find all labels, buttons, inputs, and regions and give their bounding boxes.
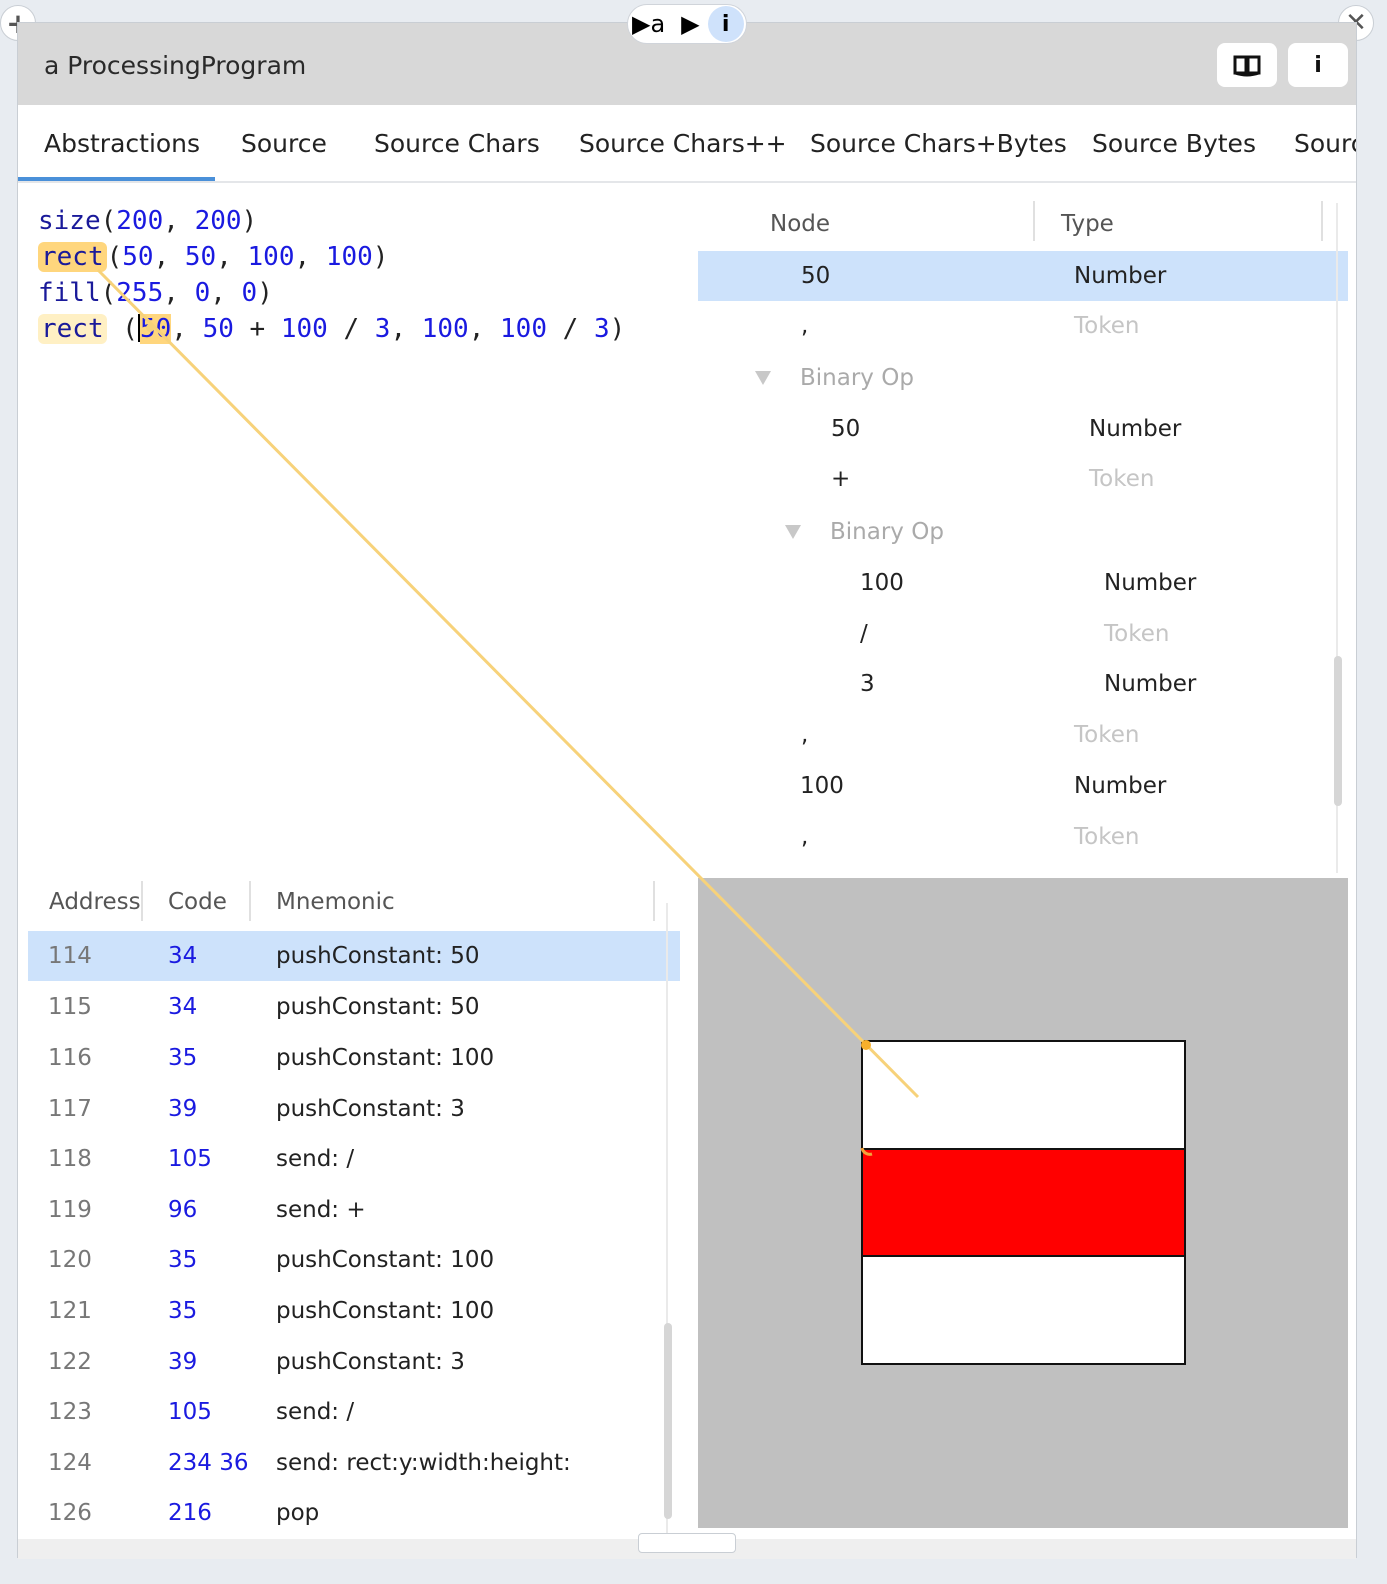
tree-row[interactable]: , Token [698,812,1348,862]
info-icon[interactable]: i [707,6,744,42]
column-separator [141,881,143,921]
column-separator [249,881,251,921]
table-row[interactable]: 115 34 pushConstant: 50 [28,982,680,1032]
tree-row[interactable]: , Token [698,710,1348,760]
tree-row[interactable]: + Token [698,454,1348,504]
column-separator [1321,201,1323,241]
table-row[interactable]: 121 35 pushConstant: 100 [28,1286,680,1336]
ast-scrollbar[interactable] [1334,656,1342,806]
column-separator [1033,201,1035,241]
resize-grip[interactable] [638,1533,736,1553]
tree-row-group[interactable]: Binary Op [698,353,1348,403]
code-line-4: rect (50, 50 + 100 / 3, 100, 100 / 3) [38,311,625,347]
book-icon [1233,55,1261,77]
window-title: a ProcessingProgram [44,51,307,80]
code-line-3: fill(255, 0, 0) [38,278,273,308]
info-icon: i [1314,52,1322,78]
tab-abstractions[interactable]: Abstractions [44,129,200,158]
ast-tree: Node Type 50 Number , Token Binary Op 50… [698,201,1348,873]
table-row[interactable]: 117 39 pushConstant: 3 [28,1084,680,1134]
tree-row[interactable]: , Token [698,301,1348,351]
tab-source[interactable]: Source [241,129,327,158]
table-row[interactable]: 114 34 pushConstant: 50 [28,931,680,981]
inspector-window: a ProcessingProgram i Abstractions Sourc… [17,22,1357,1559]
active-tab-indicator [18,177,215,181]
action-pill: ▶a ▶ i [627,4,747,44]
table-row[interactable]: 116 35 pushConstant: 100 [28,1033,680,1083]
tree-row[interactable]: 100 Number [698,761,1348,811]
drawn-rect-red [861,1148,1186,1257]
tree-row-group[interactable]: Binary Op [698,507,1348,557]
tab-source-bytes[interactable]: Source Bytes [1092,129,1256,158]
table-row[interactable]: 122 39 pushConstant: 3 [28,1337,680,1387]
source-editor[interactable]: size(200, 200) rect (50, 50, 100, 100) fill… [38,203,625,347]
play-a-button[interactable]: ▶a [632,10,665,38]
tree-row[interactable]: 50 Number [698,404,1348,454]
table-row[interactable]: 119 96 send: + [28,1185,680,1235]
column-header-address[interactable]: Address [49,889,141,915]
expand-triangle-icon[interactable] [785,525,801,539]
table-row[interactable]: 118 105 send: / [28,1134,680,1184]
bytecode-scrollbar[interactable] [664,1323,672,1519]
tab-source-more[interactable]: Sourc [1294,129,1356,158]
highlighted-call: rect [38,242,107,272]
column-header-code[interactable]: Code [168,889,227,915]
table-row[interactable]: 124 234 36 send: rect:y:width:height: [28,1438,680,1488]
tab-source-chars[interactable]: Source Chars [374,129,540,158]
tree-row[interactable]: 100 Number [698,558,1348,608]
code-line-2: rect (50, 50, 100, 100) [38,239,625,275]
table-row[interactable]: 120 35 pushConstant: 100 [28,1235,680,1285]
bytecode-table: Address Code Mnemonic 114 34 pushConstant:… [28,881,680,1553]
play-icon[interactable]: ▶ [681,10,699,38]
info-button[interactable]: i [1288,43,1348,87]
tree-row[interactable]: 3 Number [698,659,1348,709]
table-row[interactable]: 126 216 pop [28,1488,680,1538]
column-header-mnemonic[interactable]: Mnemonic [276,889,395,915]
tree-row[interactable]: / Token [698,609,1348,659]
expand-triangle-icon[interactable] [755,371,771,385]
code-line-1: size(200, 200) [38,206,258,236]
tree-row[interactable]: 50 Number [698,251,1348,301]
current-call: rect [38,314,107,344]
book-button[interactable] [1217,43,1277,87]
tab-source-chars-plus[interactable]: Source Chars++ [579,129,787,158]
column-separator [653,881,655,921]
view-tabs: Abstractions Source Source Chars Source … [18,105,1356,183]
selected-number: 50 [139,314,172,344]
tab-source-chars-bytes[interactable]: Source Chars+Bytes [810,129,1067,158]
table-row[interactable]: 123 105 send: / [28,1387,680,1437]
